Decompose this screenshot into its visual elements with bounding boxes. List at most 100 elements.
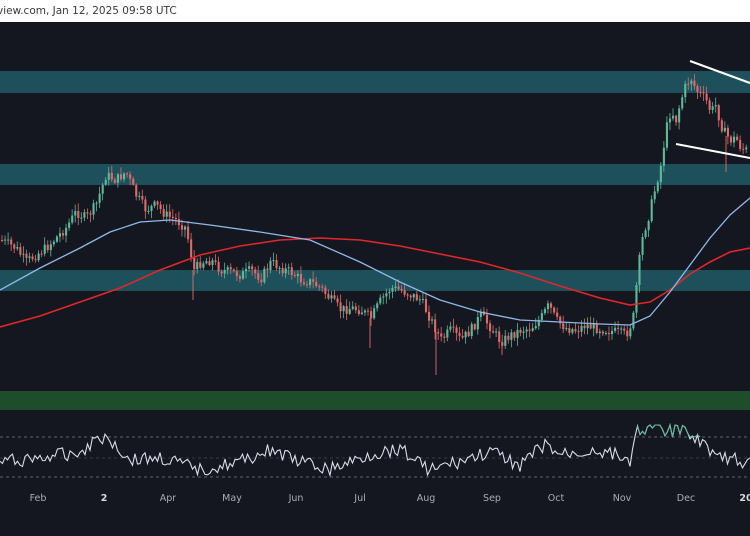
x-tick-label: Jul [353,493,365,504]
chart-header: view.com, Jan 12, 2025 09:58 UTC [0,0,750,22]
candle-body [601,331,604,334]
candle-body [421,298,424,300]
candle-body [418,299,421,301]
candle-body [720,120,723,132]
candle-body [43,244,46,254]
candle-body [672,115,675,119]
candle-body [205,261,208,264]
candle-body [248,266,251,269]
candle-body [742,148,745,150]
candle-body [696,86,699,93]
candle-body [455,327,458,333]
candle-body [363,310,367,313]
candle-body [617,327,620,329]
candle-body [296,273,299,277]
candle-body [7,239,10,241]
candle-body [693,80,696,87]
candle-body [492,331,495,333]
candle-body [376,303,379,309]
candle-body [659,165,662,183]
candle-body [58,233,62,237]
x-tick-label: Oct [548,493,565,504]
candle-body [607,332,611,335]
candle-body [135,184,138,197]
candle-body [162,208,165,217]
candle-body [629,328,632,337]
candle-body [406,294,409,296]
candle-body [626,330,629,337]
candle-body [101,184,104,194]
candle-body [382,296,385,298]
candle-body [373,308,376,319]
candle-body [668,118,672,123]
candle-body [367,310,370,312]
candle-body [290,267,293,276]
candle-body [315,281,318,287]
candle-body [257,273,260,280]
candle-body [403,290,406,295]
candle-body [113,179,116,183]
candle-body [287,267,290,269]
candle-body [522,331,525,333]
candle-body [174,217,177,220]
candle-body [681,97,684,109]
candle-body [299,273,302,283]
candle-body [4,239,7,241]
candle-body [254,269,257,274]
candle-body [98,193,101,203]
candle-body [589,324,592,329]
candle-body [665,122,668,148]
candle-body [611,330,614,335]
candle-body [138,195,141,197]
candle-body [22,253,25,255]
candle-body [260,279,263,283]
candle-body [126,173,129,175]
candle-body [489,323,492,332]
candle-body [565,328,568,330]
candle-body [150,205,153,211]
candle-body [241,271,245,279]
resistance-zone-1 [0,71,750,93]
candle-body [324,287,327,294]
candle-body [327,293,330,299]
candle-body [675,115,678,123]
candle-body [83,212,86,218]
candle-body [226,267,229,270]
candle-body [74,210,77,216]
x-tick-label: Sep [483,493,501,504]
price-chart[interactable]: Feb 2 Apr May Jun Jul Aug Sep Oct Nov Dec 20 [0,22,750,536]
candle-body [348,308,351,314]
candle-body [723,127,726,132]
candle-body [699,92,702,94]
candle-body [467,331,470,337]
candle-body [238,276,241,279]
candle-body [351,306,354,309]
candle-body [736,136,739,140]
candle-body [440,333,443,337]
candle-body [638,254,641,285]
candle-body [55,236,58,242]
candle-body [199,261,202,268]
candle-body [604,332,607,334]
candle-body [400,289,403,291]
candle-body [507,335,510,340]
candle-body [144,199,147,212]
candle-body [370,311,373,319]
candle-body [729,136,733,143]
candle-body [379,297,382,304]
candle-body [745,147,748,150]
candle-body [132,178,135,185]
candle-body [168,211,171,217]
x-tick-label: Nov [613,493,632,504]
candle-body [449,326,452,330]
candle-body [687,83,690,85]
candle-body [34,259,37,261]
candle-body [245,268,248,272]
candle-body [159,204,162,209]
candle-body [412,294,415,298]
candle-body [717,105,720,121]
x-tick-label: Apr [160,493,177,504]
candle-body [19,247,22,255]
candle-body [284,268,287,274]
candle-body [540,313,543,320]
